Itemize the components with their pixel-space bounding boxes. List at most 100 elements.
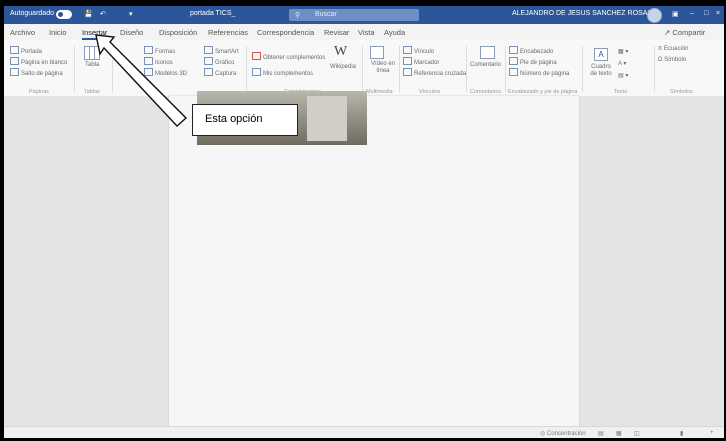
store-icon (252, 52, 261, 60)
shapes-icon (144, 46, 153, 54)
tab-correspondencia[interactable]: Correspondencia (257, 28, 314, 37)
search-input[interactable]: ⚲ Buscar (289, 9, 419, 21)
my-addins-label: Mis complementos (263, 71, 314, 77)
group-label-texto: Texto (614, 89, 628, 95)
link-icon (403, 46, 412, 54)
autosave-toggle[interactable] (56, 10, 72, 19)
page-break-label: Salto de página (21, 71, 63, 77)
web-layout-icon[interactable]: ◫ (634, 430, 640, 437)
document-area (4, 96, 724, 426)
header-icon (509, 46, 518, 54)
print-layout-icon[interactable]: ▦ (616, 430, 622, 437)
addins-icon (252, 68, 261, 76)
symbol-button[interactable]: Ω Símbolo (658, 57, 686, 63)
ribbon-display-icon[interactable]: ▣ (672, 10, 679, 18)
equation-button[interactable]: π Ecuación (658, 46, 689, 52)
tab-inicio[interactable]: Inicio (49, 28, 67, 37)
page-number-icon (509, 68, 518, 76)
icons-button[interactable]: Iconos (144, 57, 173, 66)
divider (505, 46, 506, 92)
link-button[interactable]: Vínculo (403, 46, 434, 55)
cross-reference-button[interactable]: Referencia cruzada (403, 68, 466, 77)
divider (399, 46, 400, 92)
blank-page-button[interactable]: Página en blanco (10, 57, 67, 66)
wikipedia-icon[interactable]: W (334, 44, 347, 60)
my-addins-button[interactable]: Mis complementos (252, 68, 313, 77)
page-number-label: Número de página (520, 71, 570, 77)
header-label: Encabezado (520, 49, 554, 55)
header-button[interactable]: Encabezado (509, 46, 553, 55)
tab-revisar[interactable]: Revisar (324, 28, 349, 37)
shapes-button[interactable]: Formas (144, 46, 175, 55)
tab-disposicion[interactable]: Disposición (159, 28, 197, 37)
smartart-icon (204, 46, 213, 54)
divider (362, 46, 363, 92)
tab-insertar[interactable]: Insertar (82, 28, 108, 40)
page-break-icon (10, 68, 19, 76)
bookmark-button[interactable]: Marcador (403, 57, 439, 66)
text-box-button[interactable]: Cuadro de texto (589, 64, 613, 78)
portada-button[interactable]: Portada (10, 46, 42, 55)
comment-button[interactable]: Comentario (470, 62, 501, 68)
focus-label: Concentración (546, 431, 586, 437)
text-box-icon[interactable]: A (594, 48, 608, 61)
maximize-icon[interactable]: □ (704, 10, 708, 17)
video-icon[interactable] (370, 46, 384, 59)
save-icon[interactable]: 💾 (84, 10, 93, 18)
read-mode-icon[interactable]: ▤ (598, 430, 604, 437)
callout-text: Esta opción (205, 113, 263, 125)
blank-page-icon (10, 57, 19, 65)
quick-parts-icon[interactable]: ▦ ▾ (618, 48, 628, 55)
screenshot-button[interactable]: Captura (204, 68, 236, 77)
drop-cap-icon[interactable]: ▤ ▾ (618, 72, 628, 79)
page-break-button[interactable]: Salto de página (10, 68, 63, 77)
tab-ayuda[interactable]: Ayuda (384, 28, 405, 37)
autosave-label: Autoguardado (10, 10, 54, 17)
3d-models-button[interactable]: Modelos 3D (144, 68, 187, 77)
document-title: portada TICS_ (190, 10, 236, 17)
group-label-vinculos: Vínculos (419, 89, 441, 95)
focus-mode-button[interactable]: ◎ Concentración (540, 430, 586, 437)
customize-toolbar-icon[interactable]: ▾ (129, 10, 133, 18)
zoom-slider[interactable]: ▮ (680, 430, 683, 437)
chart-button[interactable]: Gráfico (204, 57, 234, 66)
tab-archivo[interactable]: Archivo (10, 28, 35, 37)
equation-label: Ecuación (663, 46, 689, 52)
chart-icon (204, 57, 213, 65)
get-addins-label: Obtener complementos (263, 55, 326, 61)
document-page[interactable] (169, 96, 579, 426)
get-addins-button[interactable]: Obtener complementos (252, 52, 325, 61)
footer-label: Pie de página (520, 60, 557, 66)
wikipedia-label[interactable]: Wikipedia (330, 64, 356, 70)
footer-button[interactable]: Pie de página (509, 57, 557, 66)
tabla-button[interactable]: Tabla (85, 62, 99, 68)
undo-icon[interactable]: ↶ (100, 10, 106, 18)
ribbon-tabs: Archivo Inicio Insertar Diseño Disposici… (4, 24, 724, 40)
zoom-in-icon[interactable]: + (710, 430, 714, 436)
user-name[interactable]: ALEJANDRO DE JESUS SANCHEZ ROSAS (512, 10, 652, 17)
group-label-paginas: Páginas (29, 89, 49, 95)
smartart-button[interactable]: SmartArt (204, 46, 239, 55)
bookmark-label: Marcador (414, 60, 440, 66)
divider (246, 46, 247, 92)
wordart-icon[interactable]: A ▾ (618, 60, 626, 67)
link-label: Vínculo (414, 49, 435, 55)
close-icon[interactable]: × (716, 10, 720, 17)
video-button[interactable]: Vídeo en línea (368, 61, 398, 75)
page-number-button[interactable]: Número de página (509, 68, 569, 77)
divider (654, 46, 655, 92)
comment-icon[interactable] (480, 46, 495, 59)
tab-diseno[interactable]: Diseño (120, 28, 143, 37)
bookmark-icon (403, 57, 412, 65)
minimize-icon[interactable]: – (690, 10, 694, 17)
share-button[interactable]: ↗ Compartir (664, 28, 705, 37)
3d-models-label: Modelos 3D (155, 71, 188, 77)
table-icon[interactable] (84, 46, 100, 60)
tab-vista[interactable]: Vista (358, 28, 375, 37)
group-label-tablas: Tablas (84, 89, 100, 95)
tab-referencias[interactable]: Referencias (208, 28, 248, 37)
smartart-label: SmartArt (215, 49, 239, 55)
divider (466, 46, 467, 92)
avatar[interactable] (647, 8, 662, 23)
focus-icon: ◎ (540, 431, 547, 437)
